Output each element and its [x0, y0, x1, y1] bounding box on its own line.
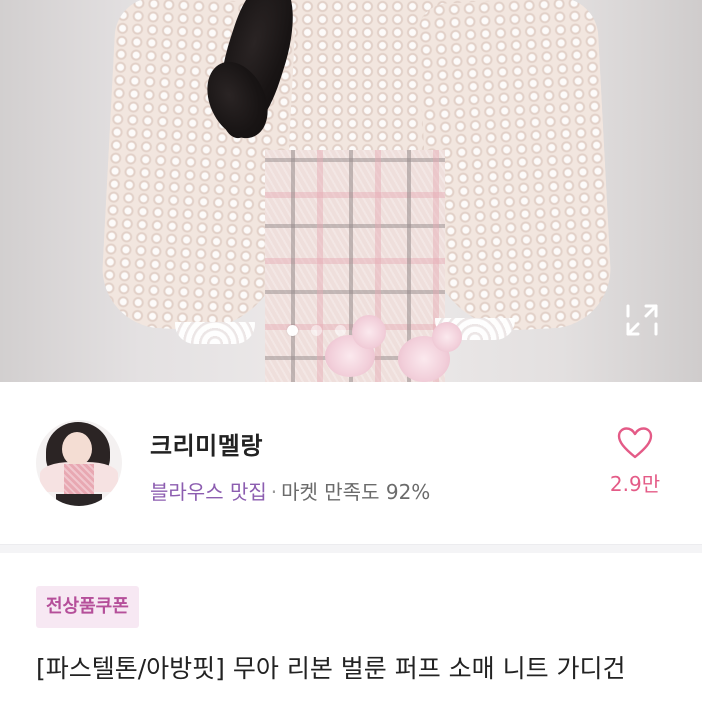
- fullscreen-button[interactable]: [620, 298, 664, 342]
- seller-satisfaction: 마켓 만족도 92%: [281, 480, 431, 504]
- carousel-dot-active[interactable]: [287, 325, 298, 336]
- expand-arrows-icon: [626, 304, 658, 336]
- flower-decoration: [352, 315, 386, 349]
- like-button[interactable]: 2.9만: [598, 426, 672, 506]
- carousel-dot[interactable]: [335, 325, 346, 336]
- section-divider: [0, 544, 702, 553]
- carousel-indicator: [287, 325, 346, 336]
- seller-meta: 블라우스 맛집 · 마켓 만족도 92%: [150, 476, 430, 505]
- seller-info-row[interactable]: 크리미멜랑 블라우스 맛집 · 마켓 만족도 92% 2.9만: [0, 382, 702, 534]
- seller-tag: 블라우스 맛집: [150, 480, 267, 504]
- product-title: [파스텔톤/아방핏] 무아 리본 벌룬 퍼프 소매 니트 가디건: [36, 654, 626, 683]
- seller-avatar[interactable]: [36, 420, 122, 506]
- carousel-dot[interactable]: [311, 325, 322, 336]
- sweater-sleeve-right-image: [416, 0, 614, 335]
- heart-outline-icon: [617, 427, 653, 459]
- coupon-badge[interactable]: 전상품쿠폰: [36, 586, 139, 628]
- seller-name[interactable]: 크리미멜랑: [150, 426, 263, 461]
- like-count: 2.9만: [609, 472, 661, 496]
- product-image-carousel[interactable]: [0, 0, 702, 382]
- cuff-ruffle-left: [175, 322, 255, 344]
- flower-decoration: [432, 322, 462, 352]
- meta-separator: ·: [270, 480, 278, 504]
